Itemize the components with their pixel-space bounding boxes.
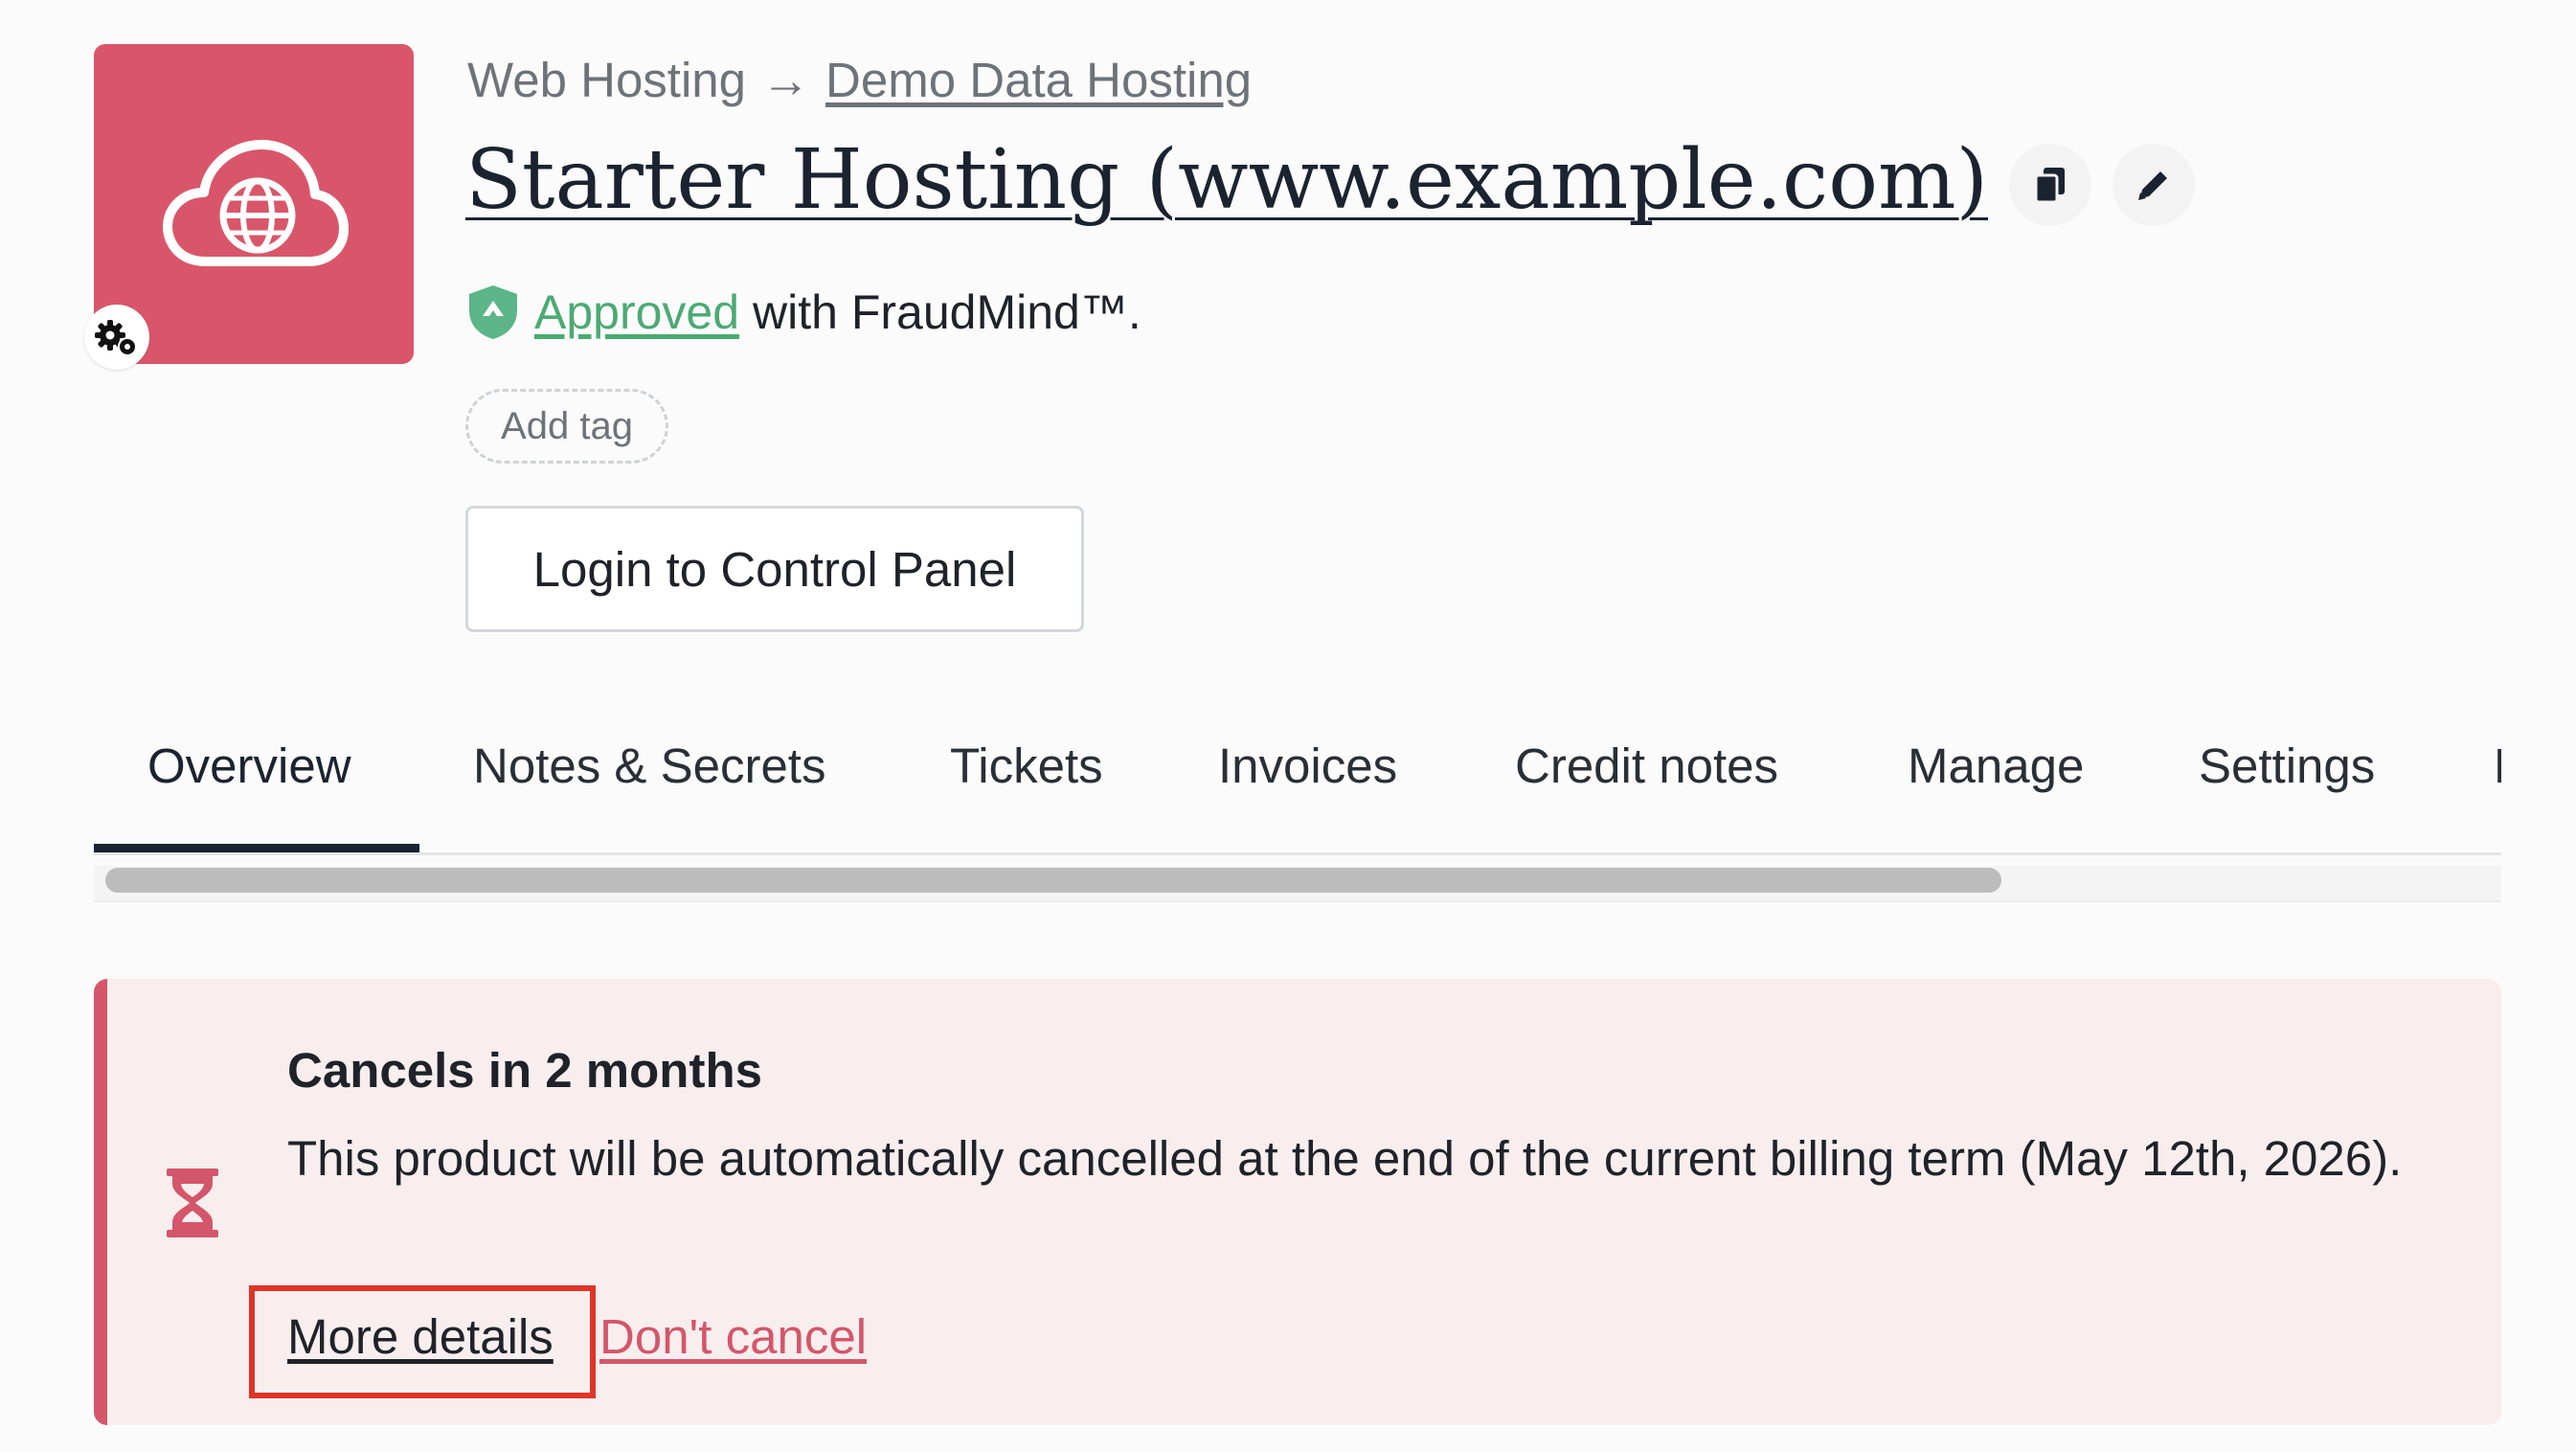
edit-button[interactable] — [2113, 144, 2195, 226]
approved-link[interactable]: Approved — [534, 284, 739, 340]
hourglass-icon — [165, 1167, 220, 1244]
tab-tickets[interactable]: Tickets — [950, 737, 1103, 794]
login-control-panel-button[interactable]: Login to Control Panel — [465, 506, 1084, 632]
pencil-icon — [2138, 171, 2167, 200]
tab-manage[interactable]: Manage — [1908, 737, 2084, 794]
arrow-right-icon: → — [761, 53, 811, 107]
breadcrumb: Web Hosting → Demo Data Hosting — [467, 52, 1252, 108]
copy-icon — [2034, 168, 2065, 204]
add-tag-button[interactable]: Add tag — [465, 389, 668, 464]
tab-bar: Overview Notes & Secrets Tickets Invoice… — [94, 709, 2501, 855]
breadcrumb-parent: Web Hosting — [467, 53, 747, 107]
cloud-globe-icon — [163, 140, 349, 266]
fraud-suffix: with FraudMind™. — [753, 285, 1141, 339]
copy-button[interactable] — [2009, 144, 2091, 226]
alert-message: This product will be automatically cance… — [287, 1131, 2403, 1186]
tab-overview[interactable]: Overview — [147, 737, 351, 794]
breadcrumb-current-link[interactable]: Demo Data Hosting — [825, 52, 1252, 108]
product-settings-badge[interactable] — [84, 305, 149, 370]
fraud-status: Approved with FraudMind™. — [465, 284, 1141, 341]
gear-icon — [95, 320, 137, 356]
active-tab-indicator — [94, 844, 419, 852]
tab-truncated[interactable]: D — [2494, 737, 2501, 794]
dont-cancel-link[interactable]: Don't cancel — [599, 1308, 867, 1365]
page-title[interactable]: Starter Hosting (www.example.com) — [465, 132, 1988, 228]
tabs-scrollbar-thumb[interactable] — [105, 868, 2001, 893]
shield-check-icon — [469, 285, 517, 339]
tab-invoices[interactable]: Invoices — [1218, 737, 1397, 794]
alert-title: Cancels in 2 months — [287, 1043, 762, 1098]
tab-credit-notes[interactable]: Credit notes — [1515, 737, 1778, 794]
tab-settings[interactable]: Settings — [2199, 737, 2375, 794]
highlight-box — [249, 1285, 596, 1398]
tab-notes-secrets[interactable]: Notes & Secrets — [473, 737, 825, 794]
